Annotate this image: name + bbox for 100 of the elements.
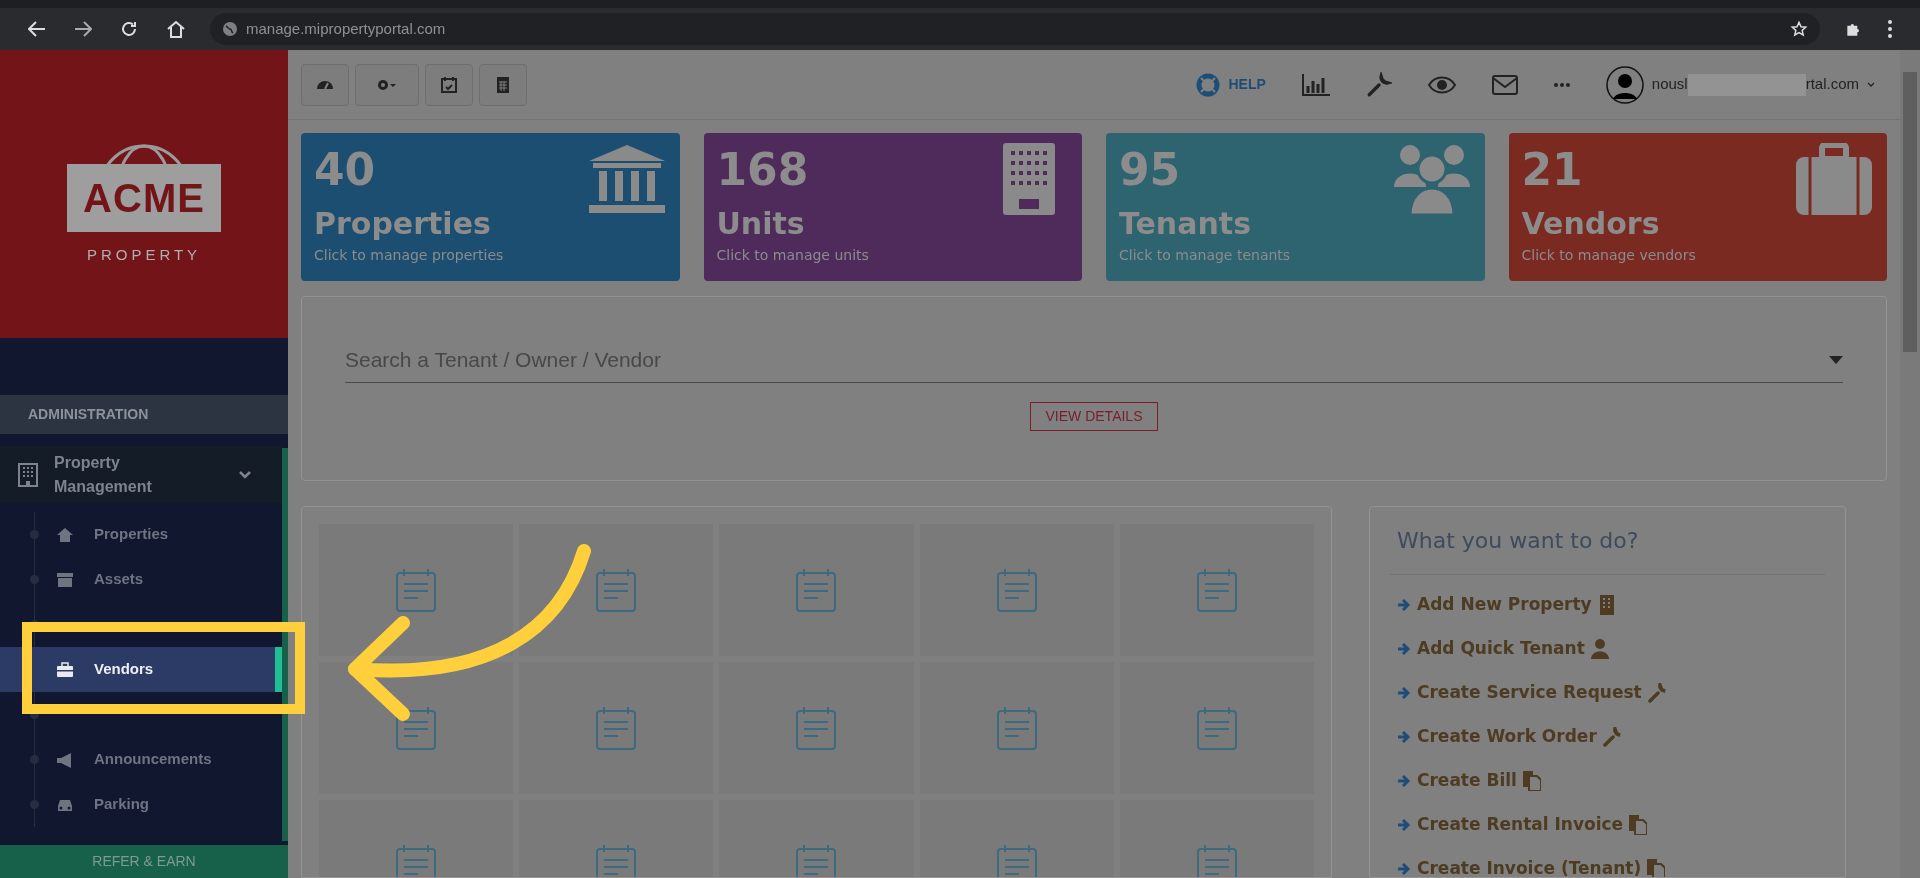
notepad-icon — [396, 568, 437, 612]
calendar-button[interactable] — [425, 63, 473, 106]
settings-button[interactable] — [355, 63, 419, 106]
notepad-icon — [596, 844, 637, 877]
home-icon[interactable] — [166, 20, 186, 38]
notepad-icon — [396, 844, 437, 877]
stat-subtitle: Click to manage vendors — [1521, 246, 1696, 265]
archive-icon — [56, 571, 74, 588]
back-icon[interactable] — [28, 20, 46, 38]
logo-tagline: PROPERTY — [86, 245, 202, 265]
arrow-right-icon — [1397, 818, 1411, 832]
stat-subtitle: Click to manage units — [716, 246, 869, 265]
stat-card[interactable]: 168 Units Click to manage units — [703, 133, 1082, 281]
stat-subtitle: Click to manage properties — [314, 246, 504, 265]
briefcase-icon — [56, 661, 74, 678]
tile[interactable] — [719, 524, 914, 656]
briefcase-icon — [1794, 143, 1874, 217]
notepad-icon — [996, 844, 1037, 877]
stat-count: 21 — [1521, 145, 1583, 195]
notepad-icon — [596, 706, 637, 750]
arrow-right-icon — [1397, 642, 1411, 656]
bar-chart-icon[interactable] — [1301, 73, 1330, 96]
user-email[interactable]: nousl — [1651, 73, 1688, 96]
wrench-icon — [1602, 727, 1621, 747]
action-link[interactable]: Create Service Request — [1417, 680, 1642, 706]
address-bar[interactable]: manage.mipropertyportal.com — [210, 13, 1820, 45]
tile[interactable] — [919, 662, 1114, 794]
sidebar-item[interactable]: Properties — [0, 512, 282, 557]
stat-count: 168 — [716, 145, 809, 195]
panel-title: What you want to do? — [1396, 527, 1640, 555]
tile[interactable] — [519, 662, 714, 794]
chevron-down-icon — [238, 470, 252, 479]
action-link[interactable]: Create Work Order — [1417, 724, 1597, 750]
stat-count: 95 — [1119, 145, 1181, 195]
refer-button[interactable]: REFER & EARN — [0, 845, 288, 878]
tile[interactable] — [719, 662, 914, 794]
notepad-icon — [596, 568, 637, 612]
tile[interactable] — [519, 524, 714, 656]
documents-icon — [1629, 815, 1648, 835]
view-details-button[interactable]: VIEW DETAILS — [1029, 402, 1159, 431]
ellipsis-icon[interactable] — [1553, 82, 1570, 87]
calculator-button[interactable] — [479, 63, 527, 106]
mail-icon[interactable] — [1491, 74, 1518, 95]
wrench-icon[interactable] — [1365, 71, 1392, 98]
action-link[interactable]: Add New Property — [1417, 592, 1592, 618]
calendar-icon — [439, 74, 459, 95]
sidebar-item[interactable]: Vendors — [0, 647, 282, 692]
dashboard-button[interactable] — [301, 63, 349, 106]
menu-group[interactable]: Property Management — [0, 446, 282, 503]
action-link[interactable]: Add Quick Tenant — [1417, 636, 1585, 662]
lifebuoy-icon — [1196, 72, 1221, 97]
wrench-icon — [1647, 683, 1666, 703]
stat-card[interactable]: 40 Properties Click to manage properties — [301, 133, 680, 281]
arrow-right-icon — [1397, 730, 1411, 744]
help-link[interactable]: HELP — [1228, 74, 1266, 95]
star-icon[interactable] — [1790, 20, 1808, 38]
user-email[interactable]: rtal.com — [1805, 73, 1859, 96]
stat-card[interactable]: 21 Vendors Click to manage vendors — [1508, 133, 1887, 281]
tile[interactable] — [1119, 662, 1314, 794]
stat-label: Tenants — [1119, 206, 1251, 242]
building-icon — [18, 462, 38, 487]
notepad-icon — [796, 706, 837, 750]
stat-subtitle: Click to manage tenants — [1119, 246, 1291, 265]
arrow-right-icon — [1397, 598, 1411, 612]
arrow-right-icon — [1397, 686, 1411, 700]
arrow-right-icon — [1397, 774, 1411, 788]
stat-count: 40 — [314, 145, 376, 195]
documents-icon — [1647, 859, 1666, 877]
notepad-icon — [1196, 568, 1237, 612]
action-link[interactable]: Create Rental Invoice — [1417, 812, 1624, 838]
caret-icon[interactable] — [1867, 81, 1875, 88]
action-link[interactable]: Create Bill — [1417, 768, 1517, 794]
sidebar-item[interactable]: Announcements — [0, 737, 282, 782]
stat-card[interactable]: 95 Tenants Click to manage tenants — [1106, 133, 1485, 281]
notepad-icon — [996, 568, 1037, 612]
forward-icon[interactable] — [74, 20, 92, 38]
notepad-icon — [396, 706, 437, 750]
notepad-icon — [996, 706, 1037, 750]
eye-icon[interactable] — [1427, 75, 1456, 94]
home-icon — [56, 526, 74, 543]
tile[interactable] — [319, 662, 514, 794]
tile[interactable] — [319, 524, 514, 656]
sidebar-item[interactable]: Assets — [0, 557, 282, 602]
users-icon — [1391, 143, 1472, 217]
reload-icon[interactable] — [120, 20, 138, 38]
notepad-icon — [1196, 844, 1237, 877]
section-title: ADMINISTRATION — [28, 405, 149, 424]
tile[interactable] — [1119, 524, 1314, 656]
stat-label: Units — [716, 206, 805, 242]
avatar-icon[interactable] — [1605, 65, 1644, 104]
url-text: manage.mipropertyportal.com — [246, 18, 446, 39]
tile[interactable] — [919, 524, 1114, 656]
action-link[interactable]: Create Invoice (Tenant) — [1417, 856, 1642, 877]
building-icon — [1597, 595, 1616, 615]
logo-name: ACME — [83, 176, 205, 220]
more-icon[interactable] — [1888, 20, 1892, 38]
stat-label: Vendors — [1521, 206, 1660, 242]
sidebar-item[interactable]: Parking — [0, 782, 282, 827]
megaphone-icon — [56, 751, 74, 768]
search-field[interactable]: Search a Tenant / Owner / Vendor — [345, 337, 1829, 382]
